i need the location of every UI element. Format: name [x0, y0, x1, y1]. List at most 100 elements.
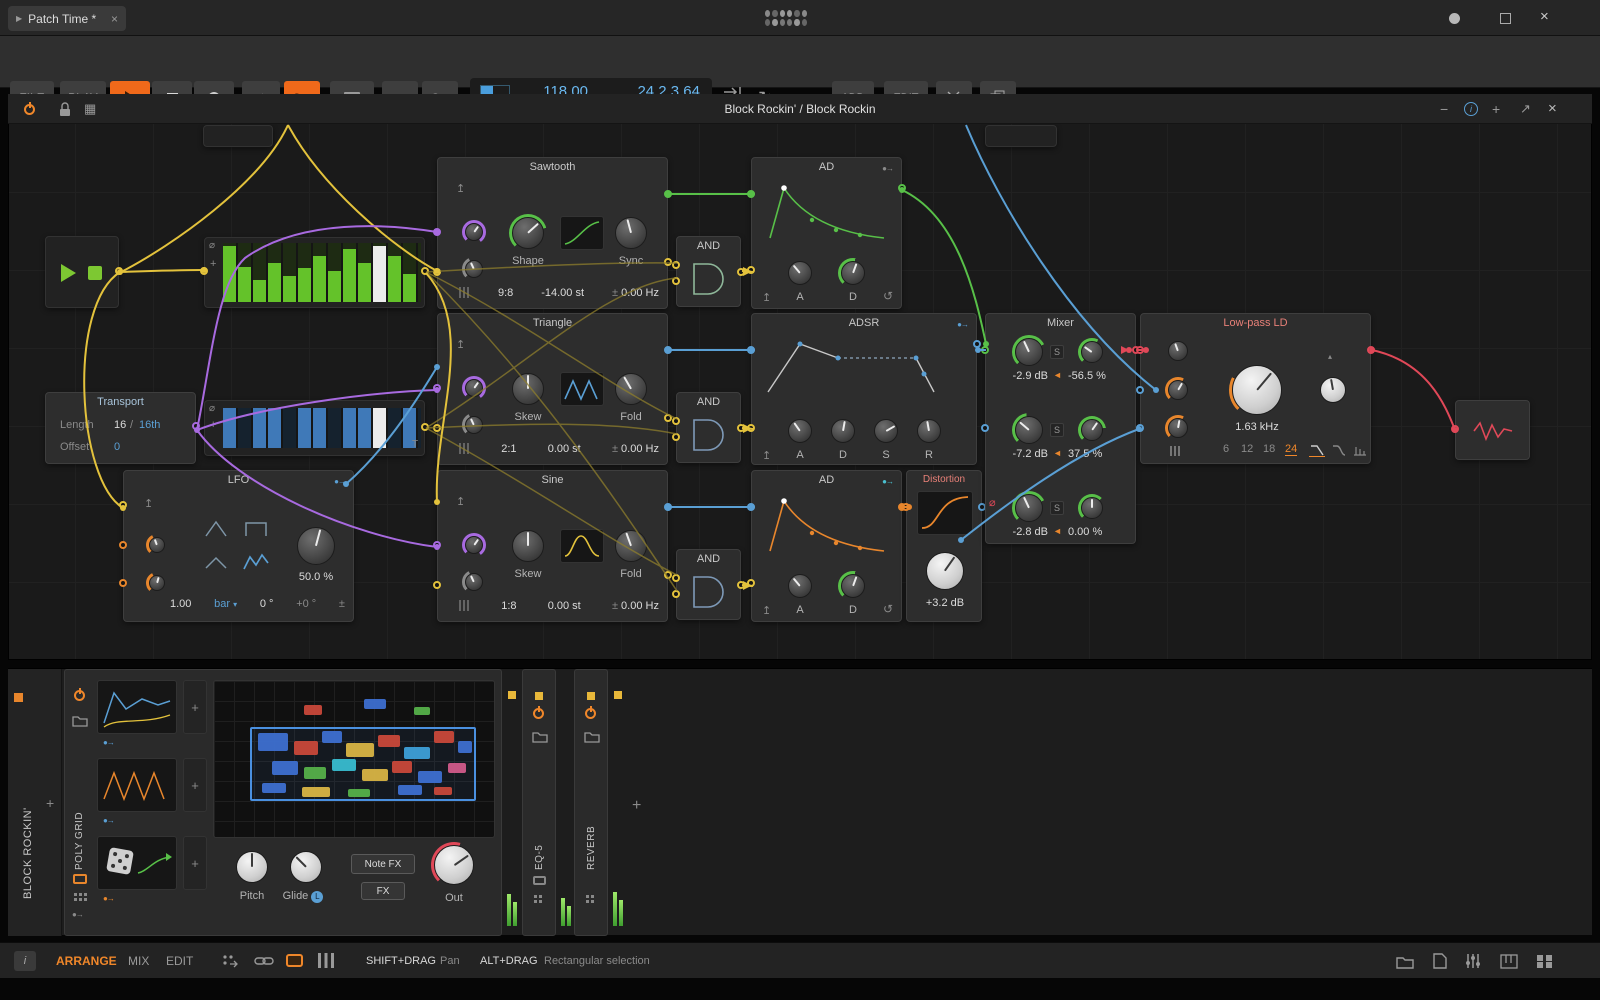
clip-block[interactable]	[434, 731, 454, 743]
module-and-3[interactable]: AND	[676, 549, 741, 620]
drive-knob[interactable]	[923, 549, 967, 593]
comb-icon[interactable]	[1353, 444, 1367, 457]
grid-overview-display[interactable]	[213, 680, 495, 838]
pre-cord-icon[interactable]: ●→	[882, 164, 893, 173]
track-header[interactable]: BLOCK ROCKIN' +	[8, 669, 62, 936]
level-knob-2[interactable]	[1012, 413, 1046, 447]
aux-out-port[interactable]	[664, 258, 672, 266]
in-port-b[interactable]	[672, 277, 680, 285]
trigger-in-port[interactable]	[747, 579, 755, 587]
module-lfo[interactable]: LFO ●→ ↥ 50.0 % 1.00 bar ▾ 0 ° +0 ° ±	[123, 470, 354, 622]
module-step-gates[interactable]: ⌀ + T	[204, 400, 425, 456]
clip-block[interactable]	[304, 705, 322, 715]
sustain-knob[interactable]	[871, 416, 901, 446]
close-editor-icon[interactable]: ×	[1548, 100, 1557, 117]
solo-button-2[interactable]: S	[1050, 423, 1064, 437]
amount-knob[interactable]	[294, 524, 338, 568]
level-value-2[interactable]: -7.2 dB	[992, 448, 1048, 460]
clip-block[interactable]	[348, 789, 370, 797]
phase-mod-knob[interactable]	[462, 533, 486, 557]
pitch-in-port[interactable]	[433, 581, 441, 589]
clip-block[interactable]	[262, 783, 286, 793]
device-grid-icon[interactable]	[533, 894, 547, 906]
mute-icon-3[interactable]: ◄	[1053, 526, 1062, 536]
pitch-knob[interactable]	[233, 848, 271, 886]
popout-icon[interactable]: ↗	[1520, 101, 1531, 117]
solo-button-1[interactable]: S	[1050, 345, 1064, 359]
clip-block[interactable]	[294, 741, 318, 755]
clip-block[interactable]	[304, 767, 326, 779]
module-ad-2[interactable]: AD ●→ A D ↥ ↺	[751, 470, 902, 622]
trigger-in-port[interactable]	[119, 501, 127, 509]
retrigger-icon[interactable]: ↥	[456, 182, 465, 195]
trigger-icon[interactable]: ↥	[762, 291, 771, 304]
input-gain-knob[interactable]	[1165, 338, 1191, 364]
out-port[interactable]	[973, 340, 981, 348]
device-reverb[interactable]: REVERB	[574, 669, 608, 936]
in-port[interactable]	[902, 503, 910, 511]
inspector-panel-icon[interactable]	[1432, 953, 1447, 969]
aux-out-port[interactable]	[664, 414, 672, 422]
sync-knob[interactable]	[612, 214, 650, 252]
cutoff-mod-port[interactable]	[1136, 386, 1144, 394]
out-port[interactable]	[898, 184, 906, 192]
macro-display-random[interactable]	[97, 836, 177, 890]
loop-mode-icon[interactable]: ↺	[883, 602, 893, 616]
piano-panel-icon[interactable]	[1500, 954, 1518, 969]
module-transport[interactable]: Transport Length 16 / 16th Offset 0	[45, 392, 196, 464]
pan-knob-1[interactable]	[1078, 338, 1106, 366]
out-port[interactable]	[664, 346, 672, 354]
fold-knob[interactable]	[612, 527, 650, 565]
decay-knob[interactable]	[838, 258, 868, 288]
clip-block[interactable]	[434, 787, 452, 795]
clip-block[interactable]	[398, 785, 422, 795]
mixer-panel-icon[interactable]	[1465, 953, 1482, 969]
macro-display-lfo[interactable]	[97, 758, 177, 812]
slope-steep-icon[interactable]	[1309, 444, 1325, 457]
pan-value-1[interactable]: -56.5 %	[1068, 370, 1130, 382]
step-value-bars[interactable]	[223, 243, 421, 302]
sync-out-icon[interactable]: ●→	[334, 477, 345, 486]
note-fx-button[interactable]: Note FX	[351, 854, 415, 874]
arrange-view-button[interactable]: ARRANGE	[56, 954, 117, 968]
rate-mod-knob[interactable]	[146, 534, 168, 556]
device-name[interactable]: POLY GRID	[74, 750, 85, 870]
zoom-out-icon[interactable]: −	[1440, 101, 1448, 117]
macro-add-button[interactable]: +	[183, 758, 207, 812]
out-port[interactable]	[1367, 346, 1375, 354]
trigger-icon[interactable]: ↥	[762, 604, 771, 617]
module-adsr[interactable]: ADSR ●→ A D S R ↥	[751, 313, 977, 465]
module-partial[interactable]	[203, 125, 273, 147]
tab-close-icon[interactable]: ×	[111, 12, 118, 26]
module-partial[interactable]	[985, 125, 1057, 147]
clip-block[interactable]	[404, 747, 430, 759]
clip-block[interactable]	[378, 735, 400, 747]
skew-knob[interactable]	[509, 370, 547, 408]
wave-ramp-icon[interactable]	[200, 551, 232, 575]
track-name[interactable]: BLOCK ROCKIN'	[22, 719, 34, 899]
gate-in-port[interactable]	[747, 424, 755, 432]
pitch-in-port[interactable]	[433, 268, 441, 276]
length-unit[interactable]: 16th	[139, 419, 160, 431]
remote-controls-icon[interactable]	[533, 876, 546, 885]
pole-12-option[interactable]: 12	[1241, 443, 1253, 455]
phase-mod-knob[interactable]	[462, 220, 486, 244]
link-icon[interactable]	[254, 953, 274, 969]
clip-block[interactable]	[418, 771, 442, 783]
module-and-2[interactable]: AND	[676, 392, 741, 463]
out-port[interactable]	[664, 190, 672, 198]
remote-controls-icon[interactable]	[73, 874, 87, 884]
phase-in-icon[interactable]: ⌀	[209, 403, 215, 414]
in-port-3-phase-icon[interactable]: ⌀	[989, 496, 996, 509]
macro-cord-icon[interactable]: ●→	[103, 738, 114, 747]
clip-block[interactable]	[302, 787, 330, 797]
in-port-a[interactable]	[672, 574, 680, 582]
out-knob[interactable]	[431, 842, 477, 888]
wave-triangle-icon[interactable]	[200, 517, 232, 541]
osc-settings-row[interactable]: 1:8 0.00 st ± 0.00 Hz	[458, 599, 659, 612]
pitch-mod-knob[interactable]	[462, 570, 486, 594]
release-knob[interactable]	[914, 416, 944, 446]
macro-display-env[interactable]	[97, 680, 177, 734]
amount-value[interactable]: 50.0 %	[282, 571, 350, 583]
device-power-icon[interactable]	[74, 690, 85, 701]
